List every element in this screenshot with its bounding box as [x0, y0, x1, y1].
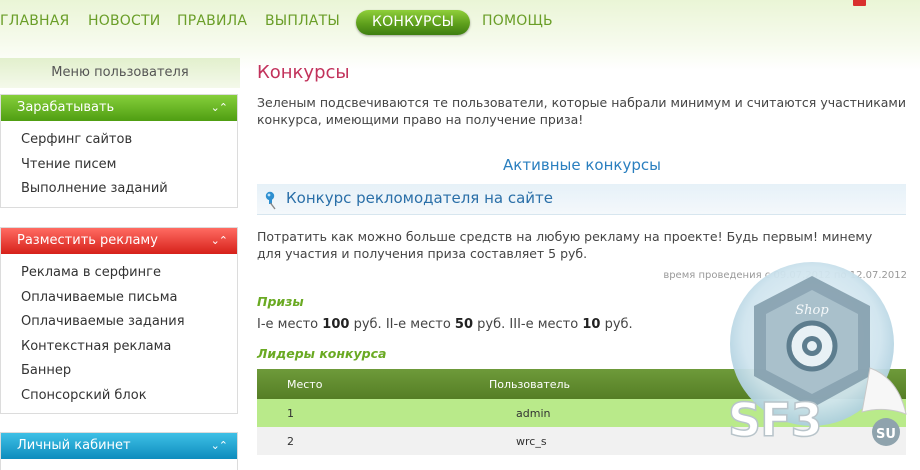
- sidebar-item-context-ads[interactable]: Контекстная реклама: [21, 335, 237, 360]
- nav-help[interactable]: ПОМОЩЬ: [482, 13, 553, 29]
- collapse-chevron-icon[interactable]: ⌄⌃: [211, 95, 228, 121]
- cell-user[interactable]: admin: [489, 399, 719, 427]
- contest-title[interactable]: Конкурс рекломодателя на сайте: [286, 189, 553, 207]
- sidebar-item-paid-mail[interactable]: Оплачиваемые письма: [21, 286, 237, 311]
- collapse-chevron-icon[interactable]: ⌄⌃: [211, 228, 228, 254]
- menu-header-label: Зарабатывать: [17, 100, 115, 115]
- sidebar-item-tasks[interactable]: Выполнение заданий: [21, 177, 237, 202]
- nav-news[interactable]: НОВОСТИ: [88, 13, 160, 29]
- prizes-heading: Призы: [257, 294, 304, 309]
- pushpin-icon: [265, 191, 276, 210]
- sidebar-item-sponsor-block[interactable]: Спонсорский блок: [21, 384, 237, 409]
- active-contests-heading: Активные конкурсы: [503, 156, 661, 174]
- sidebar-item-read-mail[interactable]: Чтение писем: [21, 153, 237, 178]
- menu-block-advertise: Разместить рекламу ⌄⌃ Реклама в серфинге…: [0, 227, 238, 414]
- prizes-list: I-е место 100 руб. II-е место 50 руб. II…: [257, 317, 633, 332]
- prize-place: III-е место: [509, 317, 579, 332]
- contest-title-bar[interactable]: Конкурс рекломодателя на сайте: [257, 184, 906, 215]
- prize-amount: 50: [454, 317, 474, 332]
- prize-unit: руб.: [353, 317, 382, 332]
- table-header-row: Место Пользователь: [257, 369, 906, 399]
- menu-header-advertise[interactable]: Разместить рекламу ⌄⌃: [1, 228, 237, 254]
- prize-place: I-е место: [257, 317, 319, 332]
- menu-header-earn[interactable]: Зарабатывать ⌄⌃: [1, 95, 237, 121]
- prize-unit: руб.: [604, 317, 633, 332]
- menu-header-label: Личный кабинет: [17, 438, 131, 453]
- intro-text: Зеленым подсвечиваются те пользователи, …: [257, 95, 906, 127]
- column-header-user: Пользователь: [489, 369, 719, 399]
- sidebar-item-banner[interactable]: Баннер: [21, 359, 237, 384]
- cell-user[interactable]: wrc_s: [489, 427, 719, 455]
- prize-amount: 10: [582, 317, 601, 332]
- column-header-extra: [719, 369, 906, 399]
- menu-header-label: Разместить рекламу: [17, 233, 158, 248]
- collapse-chevron-icon[interactable]: ⌄⌃: [211, 433, 228, 459]
- nav-rules[interactable]: ПРАВИЛА: [177, 13, 247, 29]
- contest-description: Потратить как можно больше средств на лю…: [257, 229, 873, 261]
- sidebar-item-surfing[interactable]: Серфинг сайтов: [21, 128, 237, 153]
- cell-place: 1: [257, 399, 489, 427]
- cell-extra: [719, 427, 906, 455]
- prize-unit: руб.: [477, 317, 506, 332]
- prize-amount: 100: [322, 317, 350, 332]
- nav-main[interactable]: ГЛАВНАЯ: [0, 13, 69, 29]
- page-title: Конкурсы: [257, 62, 350, 83]
- watermark-badge-text: Shop: [795, 303, 829, 318]
- top-navigation: ГЛАВНАЯ НОВОСТИ ПРАВИЛА ВЫПЛАТЫ КОНКУРСЫ…: [0, 0, 920, 44]
- prize-place: II-е место: [385, 317, 451, 332]
- leaders-heading: Лидеры конкурса: [257, 346, 387, 361]
- cell-extra: [719, 399, 906, 427]
- menu-block-earn: Зарабатывать ⌄⌃ Серфинг сайтов Чтение пи…: [0, 94, 238, 208]
- menu-block-cabinet: Личный кабинет ⌄⌃: [0, 432, 238, 470]
- sidebar-title: Меню пользователя: [0, 58, 240, 88]
- column-header-place: Место: [257, 369, 489, 399]
- cell-place: 2: [257, 427, 489, 455]
- table-row: 1 admin: [257, 399, 906, 427]
- language-flag-icon[interactable]: [853, 0, 866, 6]
- nav-contests[interactable]: КОНКУРСЫ: [356, 10, 471, 35]
- sidebar-item-paid-tasks[interactable]: Оплачиваемые задания: [21, 310, 237, 335]
- table-row: 2 wrc_s: [257, 427, 906, 455]
- sidebar-item-surf-ads[interactable]: Реклама в серфинге: [21, 261, 237, 286]
- leaders-table: Место Пользователь 1 admin 2 wrc_s: [257, 369, 906, 455]
- nav-payouts[interactable]: ВЫПЛАТЫ: [265, 13, 340, 29]
- menu-header-cabinet[interactable]: Личный кабинет ⌄⌃: [1, 433, 237, 459]
- contest-period: время проведения с 09.07.2012 по 12.07.2…: [663, 270, 907, 281]
